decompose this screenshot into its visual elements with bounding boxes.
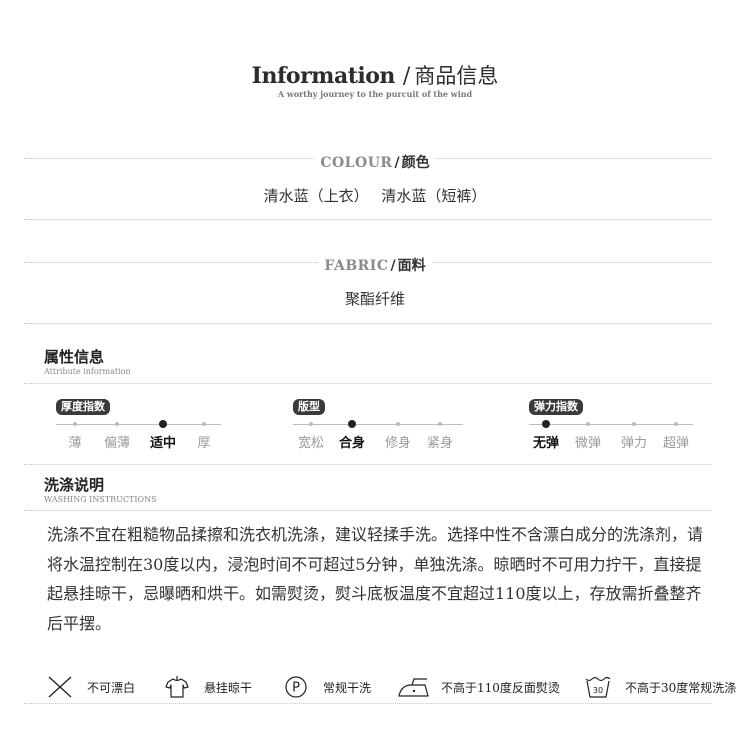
page-title: Information / 商品信息 <box>0 60 750 90</box>
colour-value: 清水蓝（短裤） <box>381 187 487 205</box>
fabric-value: 聚酯纤维 <box>344 290 405 308</box>
title-separator: / <box>402 64 411 89</box>
scale-marker <box>73 422 77 426</box>
title-english: Information <box>251 63 396 89</box>
scale-marker <box>674 422 678 426</box>
divider <box>24 464 712 465</box>
colour-label-cn: 颜色 <box>401 155 430 171</box>
title-chinese: 商品信息 <box>414 64 499 88</box>
svg-text:P: P <box>292 681 300 696</box>
washing-title: 洗涤说明 <box>44 476 105 494</box>
care-hang-dry: 悬挂晾干 <box>164 675 252 699</box>
care-label: 不高于30度常规洗涤 <box>625 680 737 695</box>
scale-name-badge: 弹力指数 <box>529 399 583 415</box>
scale-option-label: 宽松 <box>297 436 325 451</box>
care-label: 不高于110度反面熨烫 <box>441 680 560 695</box>
care-label: 不可漂白 <box>87 680 136 695</box>
fabric-heading: FABRIC / 面料 <box>0 255 750 275</box>
colour-value: 清水蓝（上衣） <box>263 187 369 205</box>
care-dry-clean: P 常规干洗 <box>284 675 371 699</box>
scale-option-label: 薄 <box>68 436 82 451</box>
care-label: 常规干洗 <box>323 680 372 695</box>
divider <box>24 323 712 324</box>
scale-marker <box>115 422 119 426</box>
attributes-subtitle: Attribute information <box>44 367 131 376</box>
washing-instructions-text: 洗涤不宜在粗糙物品揉擦和洗衣机洗涤，建议轻揉手洗。选择中性不含漂白成分的洗涤剂，… <box>47 525 704 633</box>
scale-option-label: 超弹 <box>662 436 690 451</box>
colour-label-en: COLOUR <box>320 155 393 171</box>
divider <box>24 510 712 511</box>
scale-option-label: 偏薄 <box>103 436 131 451</box>
no-bleach-icon <box>47 675 73 699</box>
scale-marker-selected <box>542 420 550 428</box>
scale-marker <box>438 422 442 426</box>
scale-marker <box>586 422 590 426</box>
fabric-label-cn: 面料 <box>397 258 426 274</box>
scale-marker <box>396 422 400 426</box>
scale-marker <box>202 422 206 426</box>
care-no-bleach: 不可漂白 <box>47 675 135 699</box>
hang-dry-icon <box>164 675 190 699</box>
colour-values: 清水蓝（上衣） 清水蓝（短裤） <box>0 185 750 206</box>
wash-30-icon: 30 <box>585 675 611 699</box>
washing-subtitle: WASHING INSTRUCTIONS <box>44 495 157 504</box>
fabric-label-sep: / <box>390 258 396 274</box>
fabric-label-en: FABRIC <box>324 258 389 274</box>
iron-icon <box>397 675 431 699</box>
scale-option-label: 弹力 <box>620 436 648 451</box>
scale-option-label: 适中 <box>149 436 177 451</box>
scale-track <box>56 424 221 425</box>
scale-name-badge: 厚度指数 <box>56 399 110 415</box>
care-iron: 不高于110度反面熨烫 <box>397 675 560 699</box>
attributes-title: 属性信息 <box>44 348 105 366</box>
scale-option-label: 紧身 <box>426 436 454 451</box>
scale-marker-selected <box>348 420 356 428</box>
scale-option-label: 厚 <box>197 436 211 451</box>
scale-name-badge: 版型 <box>293 399 325 415</box>
scale-option-label: 无弹 <box>532 436 560 451</box>
dry-clean-p-icon: P <box>284 675 308 699</box>
divider <box>24 383 712 384</box>
scale-track <box>529 424 693 425</box>
scale-option-label: 修身 <box>384 436 412 451</box>
scale-option-label: 合身 <box>338 436 366 451</box>
colour-label-sep: / <box>394 155 400 171</box>
scale-marker-selected <box>159 420 167 428</box>
colour-heading: COLOUR / 颜色 <box>0 152 750 172</box>
svg-text:30: 30 <box>593 686 603 695</box>
divider <box>24 703 712 704</box>
page-subtitle: A worthy journey to the purcuit of the w… <box>277 89 473 99</box>
care-wash-30: 30 不高于30度常规洗涤 <box>585 675 736 699</box>
scale-marker <box>309 422 313 426</box>
scale-marker <box>632 422 636 426</box>
care-label: 悬挂晾干 <box>204 680 253 695</box>
divider <box>24 219 712 220</box>
scale-option-label: 微弹 <box>574 436 602 451</box>
